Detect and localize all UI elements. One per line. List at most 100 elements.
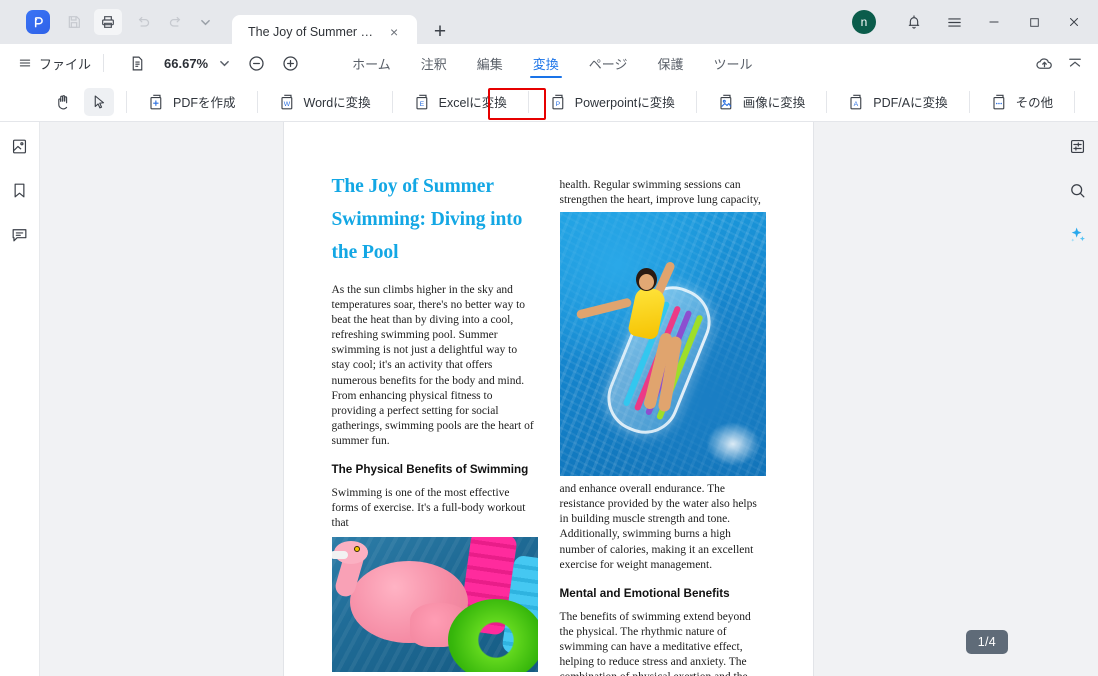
create-pdf-icon: [148, 93, 166, 111]
zoom-in-icon[interactable]: [277, 50, 303, 76]
redo-icon[interactable]: [162, 9, 190, 35]
app-logo-icon: [26, 10, 50, 34]
heading-physical-benefits: The Physical Benefits of Swimming: [331, 463, 529, 477]
more-options-button[interactable]: その他: [982, 87, 1063, 117]
ribbon-tabs: ホーム 注釈 編集 変換 ページ 保護 ツール: [337, 44, 767, 82]
page-indicator: 1/4: [965, 630, 1008, 654]
window-controls: n: [852, 0, 1098, 44]
divider: [826, 90, 828, 113]
convert-pdfa-label: PDF/Aに変換: [873, 96, 948, 110]
cloud-upload-icon[interactable]: [1035, 54, 1054, 73]
convert-powerpoint-icon: P: [550, 93, 568, 111]
hamburger-icon: [18, 56, 32, 70]
create-pdf-button[interactable]: PDFを作成: [139, 87, 245, 117]
comments-icon[interactable]: [6, 220, 34, 248]
menu-bar-right-icons: [1035, 54, 1098, 73]
page-column-right: health. Regular swimming sessions can st…: [559, 170, 766, 676]
close-icon[interactable]: ×: [390, 25, 398, 39]
divider: [391, 90, 393, 113]
physical-paragraph-start: Swimming is one of the most effective fo…: [331, 487, 526, 530]
convert-excel-icon: E: [414, 93, 432, 111]
water-reflection: [705, 422, 760, 467]
convert-excel-button[interactable]: E Excelに変換: [405, 87, 516, 117]
heading-mental-benefits: Mental and Emotional Benefits: [559, 586, 730, 600]
intro-paragraph: As the sun climbs higher in the sky and …: [331, 284, 534, 447]
woman-floating-on-pool-raft-image: [559, 212, 766, 477]
swimmer-arm: [575, 297, 632, 320]
divider: [695, 90, 697, 113]
more-options-icon: [991, 93, 1009, 111]
undo-icon[interactable]: [128, 9, 156, 35]
more-options-label: その他: [1015, 96, 1054, 110]
maximize-button[interactable]: [1014, 0, 1054, 44]
file-menu-button[interactable]: ファイル: [18, 54, 91, 73]
chevron-down-icon[interactable]: [220, 59, 229, 68]
tab-title: The Joy of Summer Swi...: [248, 25, 380, 39]
new-tab-button[interactable]: +: [425, 17, 455, 47]
chevron-down-icon[interactable]: [196, 9, 214, 35]
select-tool-icon[interactable]: [84, 87, 114, 116]
avatar[interactable]: n: [852, 10, 876, 34]
svg-text:E: E: [419, 100, 424, 107]
create-pdf-label: PDFを作成: [173, 96, 236, 110]
pdf-page[interactable]: The Joy of Summer Swimming: Diving into …: [283, 122, 813, 676]
file-menu-label: ファイル: [39, 56, 92, 72]
tab-protect[interactable]: 保護: [643, 44, 699, 82]
title-bar: The Joy of Summer Swi... × + n: [0, 0, 1098, 49]
convert-pdfa-button[interactable]: A PDF/Aに変換: [839, 87, 956, 117]
bell-icon[interactable]: [894, 0, 934, 44]
tab-annotation[interactable]: 注釈: [406, 44, 462, 82]
health-paragraph-top: health. Regular swimming sessions can st…: [559, 179, 761, 207]
print-icon[interactable]: [94, 9, 122, 35]
properties-panel-icon[interactable]: [1063, 132, 1091, 160]
inflatable-flamingo-and-pool-floats-image: [331, 537, 538, 673]
endurance-paragraph: and enhance overall endurance. The resis…: [559, 483, 757, 571]
svg-text:P: P: [555, 100, 560, 107]
convert-toolbar: PDFを作成 W Wordに変換 E Excelに変換 P Powerpoint…: [0, 82, 1098, 122]
zoom-level-value[interactable]: 66.67%: [164, 56, 208, 71]
convert-word-label: Wordに変換: [303, 96, 371, 110]
ai-assistant-icon[interactable]: [1063, 220, 1091, 248]
convert-image-label: 画像に変換: [742, 96, 806, 110]
divider: [103, 54, 105, 72]
collapse-ribbon-icon[interactable]: [1066, 54, 1084, 72]
tab-home[interactable]: ホーム: [337, 44, 406, 82]
hand-tool-icon[interactable]: [48, 88, 78, 116]
page-layout-icon[interactable]: [124, 50, 150, 76]
search-icon[interactable]: [1063, 176, 1091, 204]
flamingo-eye: [353, 546, 360, 553]
document-canvas[interactable]: The Joy of Summer Swimming: Diving into …: [40, 122, 1056, 676]
thumbnails-icon[interactable]: [6, 132, 34, 160]
tab-edit[interactable]: 編集: [462, 44, 518, 82]
divider: [968, 90, 970, 113]
tab-strip: The Joy of Summer Swi... × +: [232, 0, 455, 49]
convert-image-button[interactable]: 画像に変換: [709, 87, 815, 117]
convert-powerpoint-button[interactable]: P Powerpointに変換: [541, 87, 684, 117]
page-column-left: The Joy of Summer Swimming: Diving into …: [331, 170, 538, 676]
tab-page[interactable]: ページ: [574, 44, 643, 82]
convert-word-button[interactable]: W Wordに変換: [270, 87, 380, 117]
zoom-out-icon[interactable]: [243, 50, 269, 76]
convert-image-icon: [718, 93, 736, 111]
convert-word-icon: W: [279, 93, 297, 111]
save-icon[interactable]: [60, 9, 88, 35]
green-pool-ring: [447, 599, 538, 673]
right-sidebar: [1056, 122, 1098, 676]
bookmarks-icon[interactable]: [6, 176, 34, 204]
svg-text:W: W: [283, 100, 290, 107]
divider: [256, 90, 258, 113]
convert-powerpoint-label: Powerpointに変換: [574, 96, 675, 110]
convert-pdfa-icon: A: [848, 93, 866, 111]
convert-excel-label: Excelに変換: [438, 96, 507, 110]
left-sidebar: [0, 122, 40, 676]
divider: [527, 90, 529, 113]
tab-tools[interactable]: ツール: [699, 44, 768, 82]
minimize-button[interactable]: [974, 0, 1014, 44]
divider: [1074, 90, 1076, 113]
application-window: The Joy of Summer Swi... × + n ファイル 66.6…: [0, 0, 1098, 676]
flamingo-beak: [331, 551, 348, 560]
page-title: The Joy of Summer Swimming: Diving into …: [331, 176, 523, 263]
close-button[interactable]: [1054, 0, 1094, 44]
hamburger-menu-icon[interactable]: [934, 0, 974, 44]
tab-convert[interactable]: 変換: [518, 44, 574, 82]
